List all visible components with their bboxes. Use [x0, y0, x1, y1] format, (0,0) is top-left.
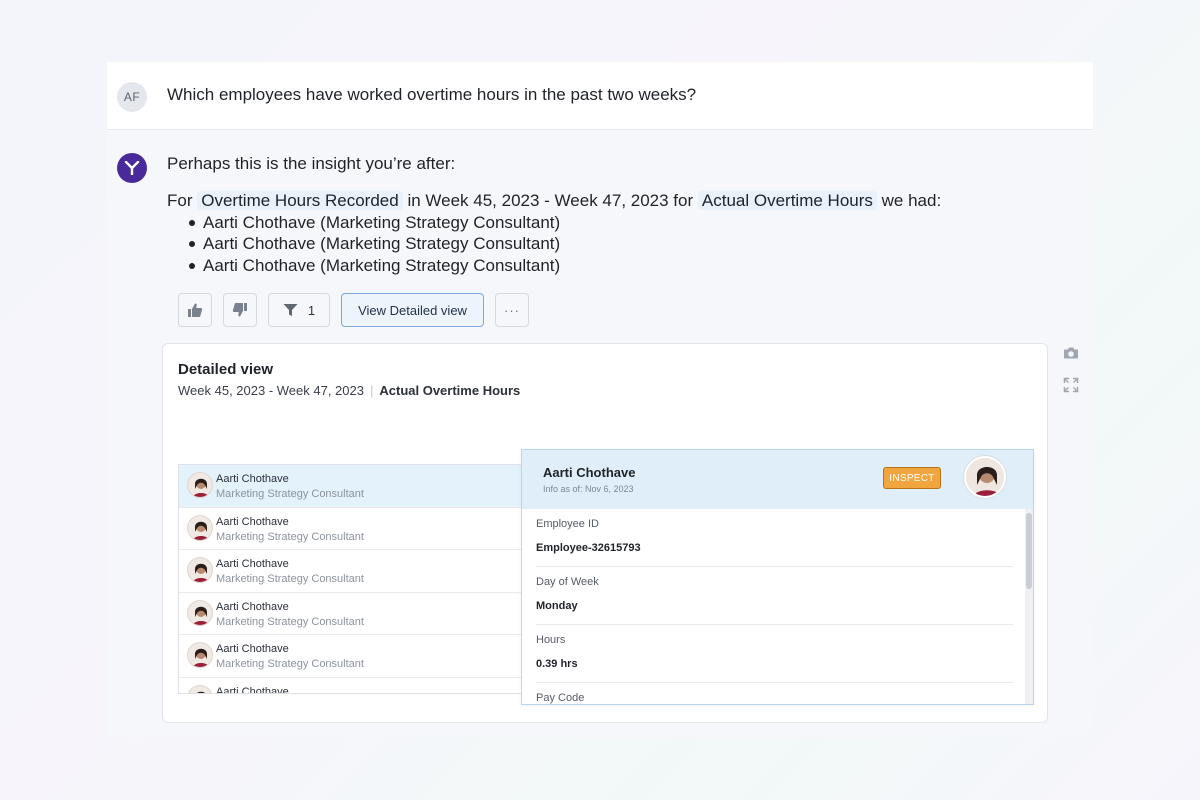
field-value: Monday: [536, 600, 578, 612]
employee-name: Aarti Chothave: [216, 473, 289, 485]
answer-actions: 1 View Detailed view ···: [178, 293, 529, 327]
answer-suffix: we had:: [881, 191, 942, 210]
employee-avatar: [187, 599, 213, 626]
thumbs-down-icon: [232, 303, 247, 317]
employee-avatar: [187, 557, 213, 583]
field-label: Hours: [536, 634, 566, 646]
scrollbar-thumb[interactable]: [1026, 513, 1032, 589]
employee-row[interactable]: Aarti Chothave Marketing Strategy Consul…: [179, 592, 521, 635]
answer-sentence: For Overtime Hours Recorded in Week 45, …: [167, 190, 941, 212]
field-label: Day of Week: [536, 576, 599, 588]
employee-photo: [964, 456, 1006, 498]
field-day-of-week: Day of Week Monday: [536, 567, 1013, 625]
camera-icon[interactable]: [1063, 345, 1079, 361]
employee-role: Marketing Strategy Consultant: [216, 530, 364, 543]
detailed-view-subtitle: Week 45, 2023 - Week 47, 2023 | Actual Ove…: [178, 383, 520, 398]
field-label: Employee ID: [536, 518, 599, 530]
employee-detail-panel: Aarti Chothave Info as of: Nov 6, 2023 I…: [521, 449, 1034, 705]
field-hours: Hours 0.39 hrs: [536, 625, 1013, 683]
employee-name: Aarti Chothave: [216, 515, 289, 528]
view-detailed-view-button[interactable]: View Detailed view: [341, 293, 484, 327]
employee-row[interactable]: Aarti Chothave Marketing Strategy Consul…: [179, 465, 521, 508]
thumbs-up-button[interactable]: [178, 293, 212, 327]
detailed-view-title: Detailed view: [178, 361, 274, 378]
chat-area: AF Which employees have worked overtime …: [107, 62, 1093, 738]
employee-avatar: [187, 684, 213, 693]
employee-list: Aarti Chothave Marketing Strategy Consul…: [178, 464, 522, 694]
answer-prefix: For: [167, 191, 193, 210]
field-employee-id: Employee ID Employee-32615793: [536, 509, 1013, 567]
answer-mid: in Week 45, 2023 - Week 47, 2023 for: [407, 191, 694, 210]
filter-icon: [283, 304, 298, 316]
more-options-button[interactable]: ···: [495, 293, 529, 327]
thumbs-down-button[interactable]: [223, 293, 257, 327]
employee-name: Aarti Chothave: [216, 600, 289, 613]
employee-role: Marketing Strategy Consultant: [216, 573, 364, 585]
user-avatar: AF: [117, 82, 147, 112]
filter-count: 1: [307, 302, 316, 318]
result-item: Aarti Chothave (Marketing Strategy Consu…: [187, 233, 941, 255]
detail-scrollbar[interactable]: [1025, 509, 1033, 704]
employee-row[interactable]: Aarti Chothave Marketing Strategy Consul…: [179, 635, 521, 678]
thumbs-up-icon: [188, 303, 203, 317]
inspect-button[interactable]: INSPECT: [883, 467, 941, 489]
bot-answer: For Overtime Hours Recorded in Week 45, …: [167, 190, 941, 276]
bot-intro-text: Perhaps this is the insight you’re after…: [167, 154, 456, 173]
separator: |: [369, 383, 374, 398]
employee-row[interactable]: Aarti Chothave Marketing Strategy Consul…: [179, 507, 521, 550]
employee-detail-fields: Employee ID Employee-32615793 Day of Wee…: [522, 509, 1027, 704]
employee-role: Marketing Strategy Consultant: [216, 615, 364, 628]
metric-chip[interactable]: Actual Overtime Hours: [697, 191, 877, 210]
employee-row[interactable]: Aarti Chothave Marketing Strategy Consul…: [179, 550, 521, 593]
employee-avatar: [187, 642, 213, 668]
employee-role: Marketing Strategy Consultant: [216, 658, 364, 670]
info-as-of: Info as of: Nov 6, 2023: [543, 484, 634, 494]
filter-button[interactable]: 1: [268, 293, 330, 327]
employee-role: Marketing Strategy Consultant: [216, 488, 364, 500]
user-message-text: Which employees have worked overtime hou…: [167, 85, 697, 104]
employee-name: Aarti Chothave: [216, 643, 289, 655]
detailed-view-card: Detailed view Week 45, 2023 - Week 47, 2…: [162, 343, 1048, 723]
result-item: Aarti Chothave (Marketing Strategy Consu…: [187, 255, 941, 277]
employee-avatar: [187, 472, 213, 498]
date-range: Week 45, 2023 - Week 47, 2023: [178, 383, 364, 398]
employee-row[interactable]: Aarti Chothave: [179, 677, 521, 694]
field-value: 0.39 hrs: [536, 658, 578, 670]
field-label: Pay Code: [536, 692, 585, 704]
expand-icon[interactable]: [1063, 377, 1079, 393]
bot-avatar: [117, 153, 147, 183]
bot-logo-icon: [124, 161, 140, 175]
employee-name: Aarti Chothave: [216, 685, 289, 694]
employee-name: Aarti Chothave: [216, 558, 289, 570]
employee-detail-name: Aarti Chothave: [543, 465, 636, 480]
employee-avatar: [187, 514, 213, 541]
field-pay-code: Pay Code: [536, 683, 1013, 704]
result-item: Aarti Chothave (Marketing Strategy Consu…: [187, 212, 941, 234]
employee-detail-header: Aarti Chothave Info as of: Nov 6, 2023 I…: [522, 450, 1033, 509]
result-list: Aarti Chothave (Marketing Strategy Consu…: [167, 212, 941, 277]
user-message: AF Which employees have worked overtime …: [107, 62, 1093, 130]
metric-name: Actual Overtime Hours: [379, 383, 521, 398]
field-value: Employee-32615793: [536, 542, 641, 554]
measure-chip[interactable]: Overtime Hours Recorded: [197, 191, 403, 210]
